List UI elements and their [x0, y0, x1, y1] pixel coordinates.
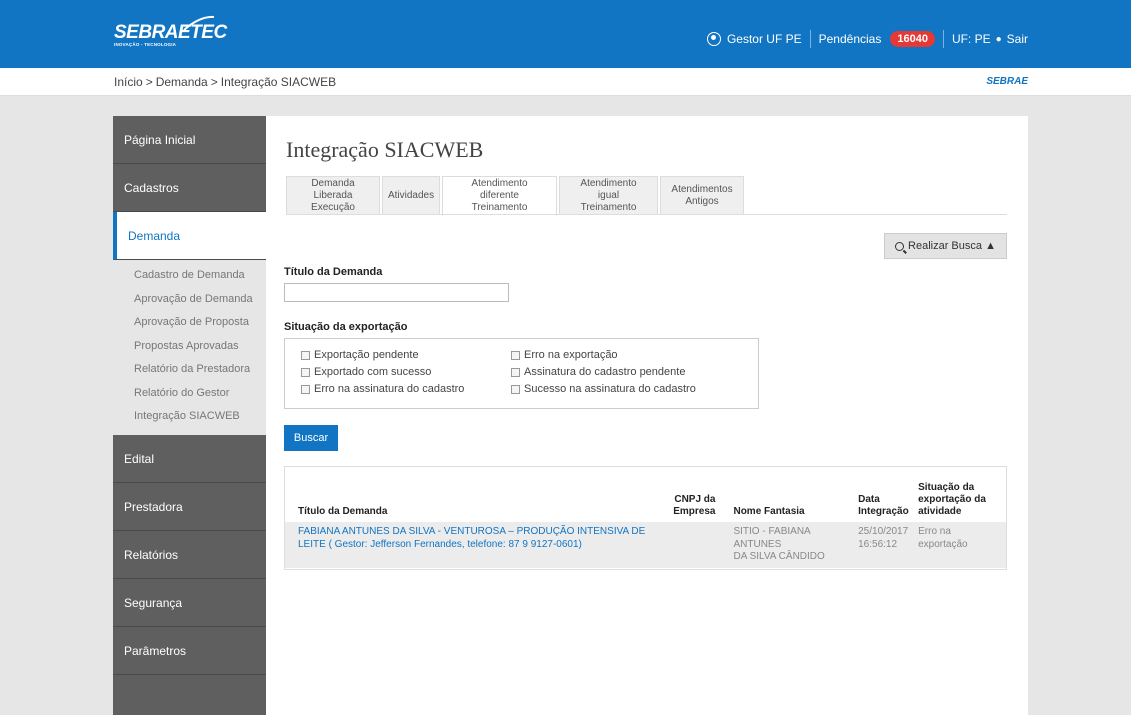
tab-label: Execução [311, 201, 355, 213]
checkbox-erro-exportacao[interactable]: Erro na exportação [511, 349, 618, 361]
checkbox-assinatura-pendente[interactable]: Assinatura do cadastro pendente [511, 366, 685, 378]
checkbox-icon[interactable] [511, 367, 520, 377]
sidebar-item-seguranca[interactable]: Segurança [113, 579, 266, 627]
buscar-button[interactable]: Buscar [284, 425, 338, 451]
sidebar-item-relatorios[interactable]: Relatórios [113, 531, 266, 579]
checkbox-label: Sucesso na assinatura do cadastro [524, 383, 696, 395]
submenu-aprovacao-proposta[interactable]: Aprovação de Proposta [113, 311, 266, 335]
logo-arc-icon [183, 15, 215, 31]
demanda-submenu: Cadastro de Demanda Aprovação de Demanda… [113, 260, 266, 435]
table-header-row: Título da Demanda CNPJ da Empresa Nome Fa… [285, 467, 1006, 522]
tab-atendimento-diferente[interactable]: Atendimento diferente Treinamento [442, 176, 557, 216]
breadcrumb-item-demanda[interactable]: Demanda [156, 75, 208, 89]
sebrae-logo: SEBRAE [986, 76, 1028, 87]
titulo-demanda-input[interactable] [284, 283, 509, 302]
breadcrumb-separator-icon: > [145, 75, 153, 89]
tab-demanda-liberada[interactable]: Demanda Liberada Execução [286, 176, 380, 215]
divider [809, 30, 811, 48]
sidebar-item-demanda[interactable]: Demanda [113, 212, 266, 260]
sidebar-item-cadastros[interactable]: Cadastros [113, 164, 266, 212]
checkbox-label: Exportado com sucesso [314, 366, 432, 378]
checkbox-label: Erro na exportação [524, 349, 618, 361]
tab-label: Atendimento igual [580, 177, 637, 201]
checkbox-exportado-sucesso[interactable]: Exportado com sucesso [301, 366, 431, 378]
checkbox-sucesso-assinatura[interactable]: Sucesso na assinatura do cadastro [511, 383, 696, 395]
top-bar: SEBRAETEC INOVAÇÃO - TECNOLOGIA Gestor U… [0, 0, 1131, 68]
sidebar-item-pagina-inicial[interactable]: Página Inicial [113, 116, 266, 164]
user-name[interactable]: Gestor UF PE [727, 32, 802, 46]
checkbox-icon[interactable] [301, 367, 310, 377]
col-data-integracao[interactable]: Data Integração [854, 467, 914, 522]
sidebar-item-parametros[interactable]: Parâmetros [113, 627, 266, 675]
checkbox-icon[interactable] [511, 384, 520, 394]
search-icon [895, 241, 905, 251]
breadcrumb-item-inicio[interactable]: Início [114, 75, 143, 89]
table-row[interactable]: FABIANA ANTUNES DA SILVA - VENTUROSA – P… [285, 522, 1006, 568]
tab-atividades[interactable]: Atividades [382, 176, 440, 215]
breadcrumb-separator-icon: > [210, 75, 218, 89]
submenu-relatorio-prestadora[interactable]: Relatório da Prestadora [113, 358, 266, 382]
col-cnpj[interactable]: CNPJ da Empresa [663, 467, 720, 522]
results-table: Título da Demanda CNPJ da Empresa Nome Fa… [285, 467, 1006, 568]
realizar-busca-button[interactable]: Realizar Busca ▲ [884, 233, 1007, 259]
tab-label: Atendimentos [671, 183, 733, 195]
tab-atendimento-igual[interactable]: Atendimento igual Treinamento [559, 176, 658, 215]
uf-label: UF: PE [951, 32, 991, 46]
tab-label: Demanda Liberada [311, 177, 355, 201]
tab-label: Treinamento [471, 202, 528, 213]
tabs-divider [286, 214, 1007, 215]
checkbox-icon[interactable] [301, 384, 310, 394]
submenu-integracao-siacweb[interactable]: Integração SIACWEB [113, 405, 266, 429]
tab-bar: Demanda Liberada Execução Atividades Aten… [286, 176, 746, 216]
checkbox-label: Assinatura do cadastro pendente [524, 366, 686, 378]
checkbox-exportacao-pendente[interactable]: Exportação pendente [301, 349, 419, 361]
cell-nome-fantasia: SITIO - FABIANA ANTUNES DA SILVA CÂNDIDO [719, 522, 855, 568]
col-titulo-demanda[interactable]: Título da Demanda [285, 467, 663, 522]
checkbox-icon[interactable] [301, 350, 310, 360]
realizar-busca-label: Realizar Busca ▲ [908, 240, 996, 252]
breadcrumb: Início > Demanda > Integração SIACWEB [114, 75, 336, 89]
results-table-container: Título da Demanda CNPJ da Empresa Nome Fa… [284, 466, 1007, 570]
tab-label: Treinamento [580, 201, 637, 213]
sidebar: Página Inicial Cadastros Demanda Cadastr… [113, 116, 266, 715]
tab-label: Antigos [685, 195, 719, 207]
checkbox-icon[interactable] [511, 350, 520, 360]
page-title: Integração SIACWEB [286, 137, 484, 162]
situacao-exportacao-label: Situação da exportação [284, 321, 408, 333]
user-icon [706, 32, 721, 46]
cell-data: 25/10/2017 16:56:12 [854, 522, 915, 568]
divider [942, 30, 944, 48]
submenu-aprovacao-demanda[interactable]: Aprovação de Demanda [113, 288, 266, 312]
cell-titulo[interactable]: FABIANA ANTUNES DA SILVA - VENTUROSA – P… [285, 522, 663, 568]
sidebar-item-edital[interactable]: Edital [113, 435, 266, 483]
submenu-relatorio-gestor[interactable]: Relatório do Gestor [113, 382, 266, 406]
submenu-cadastro-demanda[interactable]: Cadastro de Demanda [113, 264, 266, 288]
breadcrumb-item-current: Integração SIACWEB [220, 75, 337, 89]
main-panel: Integração SIACWEB Demanda Liberada Execu… [266, 116, 1028, 715]
checkbox-label: Erro na assinatura do cadastro [314, 383, 465, 395]
tab-label: Atividades [387, 189, 435, 201]
pendencias-badge[interactable]: 16040 [890, 31, 935, 47]
cell-cnpj [662, 522, 720, 568]
titulo-demanda-label: Título da Demanda [284, 266, 383, 278]
user-area: Gestor UF PE Pendências 16040 UF: PE ● S… [706, 30, 1028, 48]
sidebar-item-prestadora[interactable]: Prestadora [113, 483, 266, 531]
submenu-propostas-aprovadas[interactable]: Propostas Aprovadas [113, 335, 266, 359]
col-situacao[interactable]: Situação da exportação da atividade [914, 467, 1006, 522]
pendencias-link[interactable]: Pendências [819, 32, 882, 46]
logout-link[interactable]: Sair [1007, 32, 1028, 46]
demanda-link[interactable]: FABIANA ANTUNES DA SILVA - VENTUROSA – P… [298, 526, 645, 550]
checkbox-label: Exportação pendente [314, 349, 419, 361]
tab-atendimentos-antigos[interactable]: Atendimentos Antigos [660, 176, 744, 215]
cell-situacao: Erro na exportação [914, 522, 1006, 568]
situacao-checkbox-group: Exportação pendente Erro na exportação E… [284, 338, 759, 409]
checkbox-erro-assinatura[interactable]: Erro na assinatura do cadastro [301, 383, 464, 395]
sebraetec-logo[interactable]: SEBRAETEC INOVAÇÃO - TECNOLOGIA [114, 15, 227, 47]
tab-label: Atendimento diferente [471, 178, 528, 201]
breadcrumb-bar: Início > Demanda > Integração SIACWEB SEBRAE [0, 68, 1131, 96]
col-nome-fantasia[interactable]: Nome Fantasia [719, 467, 854, 522]
dot-icon: ● [995, 33, 1002, 45]
